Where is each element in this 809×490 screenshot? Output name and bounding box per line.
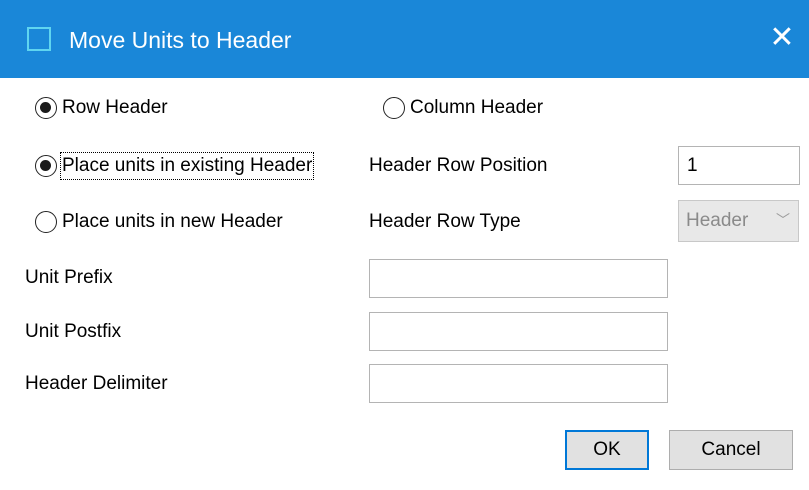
header-row-type-select: Header ﹀ — [678, 200, 799, 242]
row-header-radio-button[interactable] — [35, 97, 57, 119]
new-header-radio-label[interactable]: Place units in new Header — [62, 210, 283, 234]
header-row-type-value: Header — [686, 210, 749, 231]
unit-prefix-input[interactable] — [369, 259, 668, 298]
existing-header-radio-label[interactable]: Place units in existing Header — [59, 152, 315, 180]
close-icon[interactable]: ✕ — [764, 22, 800, 56]
ok-button[interactable]: OK — [565, 430, 649, 470]
row-header-radio[interactable]: Row Header — [35, 94, 168, 122]
new-header-radio-button[interactable] — [35, 211, 57, 233]
existing-header-radio-button[interactable] — [35, 155, 57, 177]
window-title: Move Units to Header — [69, 27, 292, 53]
cancel-button[interactable]: Cancel — [669, 430, 793, 470]
window-icon — [27, 27, 51, 51]
move-units-dialog: Move Units to Header ✕ Row Header Column… — [0, 0, 809, 490]
header-delimiter-input[interactable] — [369, 364, 668, 403]
title-bar: Move Units to Header ✕ — [0, 0, 809, 78]
header-delimiter-label: Header Delimiter — [25, 373, 168, 394]
header-row-position-input[interactable] — [678, 146, 800, 185]
header-row-type-label: Header Row Type — [369, 211, 521, 232]
header-row-position-label: Header Row Position — [369, 155, 548, 176]
unit-postfix-label: Unit Postfix — [25, 321, 122, 342]
chevron-down-icon: ﹀ — [776, 213, 790, 229]
row-header-radio-label[interactable]: Row Header — [62, 96, 168, 120]
column-header-radio-label[interactable]: Column Header — [410, 96, 543, 120]
unit-prefix-label: Unit Prefix — [25, 267, 113, 288]
new-header-radio[interactable]: Place units in new Header — [35, 208, 283, 236]
column-header-radio-button[interactable] — [383, 97, 405, 119]
column-header-radio[interactable]: Column Header — [383, 94, 543, 122]
existing-header-radio[interactable]: Place units in existing Header — [35, 152, 315, 180]
unit-postfix-input[interactable] — [369, 312, 668, 351]
